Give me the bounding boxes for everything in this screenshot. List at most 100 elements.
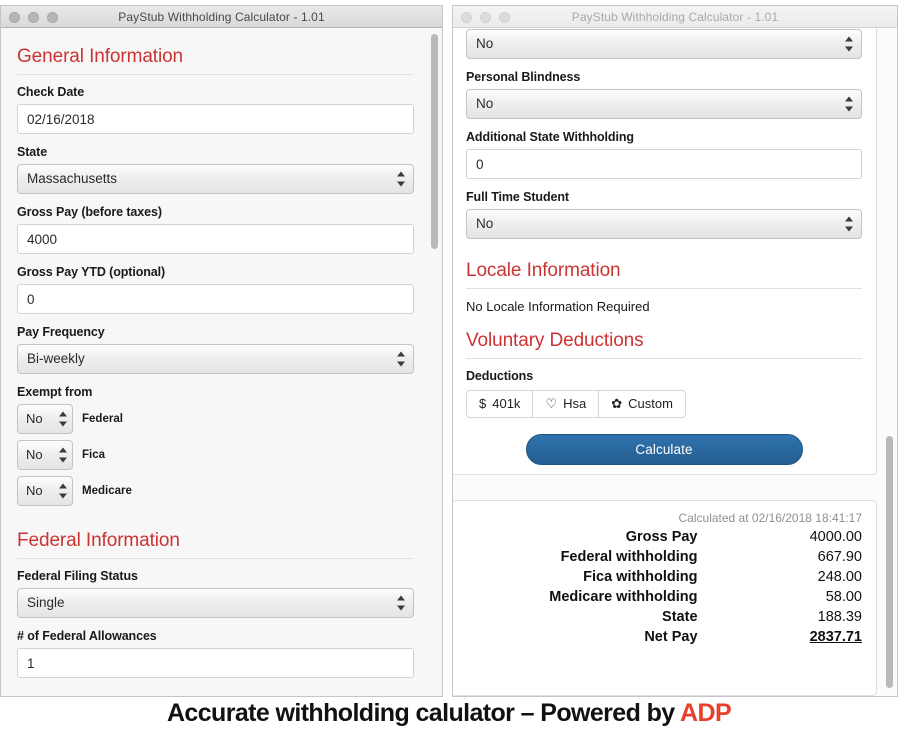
federal-information-heading: Federal Information [17, 512, 414, 559]
deductions-label: Deductions [466, 369, 534, 383]
result-value-gross-pay: 4000.00 [809, 529, 862, 545]
table-row: Net Pay 2837.71 [466, 627, 862, 647]
heart-icon: ♡ [545, 396, 558, 411]
left-window: PayStub Withholding Calculator - 1.01 Ge… [0, 5, 443, 697]
locale-information-heading: Locale Information [466, 250, 862, 289]
exempt-fica-value: No [26, 447, 43, 462]
pay-frequency-label: Pay Frequency [17, 325, 105, 339]
dollar-icon: $ [479, 396, 487, 411]
gross-pay-input[interactable] [17, 224, 414, 254]
zoom-button[interactable] [47, 11, 58, 23]
partial-select-top[interactable]: No [466, 29, 862, 59]
deduction-custom-label: Custom [628, 396, 673, 411]
result-label-gross-pay: Gross Pay [625, 529, 698, 545]
result-value-fica-withholding: 248.00 [817, 569, 862, 585]
left-window-traffic-lights [9, 6, 58, 28]
exempt-row-medicare: No Medicare [17, 476, 414, 506]
additional-state-withholding-input[interactable] [466, 149, 862, 179]
exempt-fica-label: Fica [82, 449, 106, 461]
close-button[interactable] [9, 11, 20, 23]
state-select-value: Massachusetts [27, 171, 118, 186]
exempt-fica-select[interactable]: No [17, 440, 73, 470]
pay-frequency-select-value: Bi-weekly [27, 351, 85, 366]
results-panel: Calculated at 02/16/2018 18:41:17 Gross … [453, 500, 877, 696]
calculated-at-stamp: Calculated at 02/16/2018 18:41:17 [678, 511, 862, 525]
result-value-net-pay: 2837.71 [809, 629, 862, 645]
caption-brand: ADP [680, 699, 732, 727]
voluntary-deductions-heading: Voluntary Deductions [466, 318, 862, 359]
chevron-updown-icon [397, 351, 405, 367]
general-information-heading: General Information [17, 28, 414, 75]
chevron-updown-icon [59, 411, 67, 427]
chevron-updown-icon [397, 595, 405, 611]
result-value-medicare-withholding: 58.00 [825, 589, 862, 605]
state-select[interactable]: Massachusetts [17, 164, 414, 194]
exempt-medicare-select[interactable]: No [17, 476, 73, 506]
right-window-scroll-area: No Personal Blindness No Additional Stat… [453, 28, 897, 696]
left-form-content: General Information Check Date State Mas… [1, 28, 442, 678]
table-row: Federal withholding 667.90 [466, 547, 862, 567]
gross-pay-ytd-label: Gross Pay YTD (optional) [17, 265, 166, 279]
partial-select-top-value: No [476, 36, 494, 51]
exempt-federal-select[interactable]: No [17, 404, 73, 434]
chevron-updown-icon [845, 216, 853, 232]
caption-text: Accurate withholding calulator – Powered… [166, 699, 681, 727]
right-window: PayStub Withholding Calculator - 1.01 No… [452, 5, 898, 697]
deduction-401k-button[interactable]: $ 401k [466, 390, 533, 418]
pay-frequency-select[interactable]: Bi-weekly [17, 344, 414, 374]
chevron-updown-icon [397, 171, 405, 187]
result-label-state: State [662, 609, 698, 625]
full-time-student-select[interactable]: No [466, 209, 862, 239]
table-row: Gross Pay 4000.00 [466, 527, 862, 547]
right-window-traffic-lights [461, 6, 510, 28]
full-time-student-label: Full Time Student [466, 190, 569, 204]
personal-blindness-select[interactable]: No [466, 89, 862, 119]
right-window-title: PayStub Withholding Calculator - 1.01 [571, 9, 779, 24]
exempt-row-federal: No Federal [17, 404, 414, 434]
right-form-panel: No Personal Blindness No Additional Stat… [453, 28, 877, 475]
check-date-label: Check Date [17, 85, 85, 99]
close-button[interactable] [461, 11, 472, 23]
federal-filing-status-label: Federal Filing Status [17, 569, 138, 583]
left-window-titlebar[interactable]: PayStub Withholding Calculator - 1.01 [1, 6, 442, 28]
exempt-federal-value: No [26, 411, 43, 426]
left-window-title: PayStub Withholding Calculator - 1.01 [118, 9, 325, 24]
left-window-scrollbar[interactable] [431, 34, 438, 249]
exempt-medicare-value: No [26, 483, 43, 498]
deduction-hsa-label: Hsa [563, 396, 587, 411]
results-table: Gross Pay 4000.00 Federal withholding 66… [466, 527, 862, 647]
chevron-updown-icon [59, 483, 67, 499]
table-row: Fica withholding 248.00 [466, 567, 862, 587]
personal-blindness-label: Personal Blindness [466, 70, 581, 84]
exempt-from-label: Exempt from [17, 385, 93, 399]
gross-pay-label: Gross Pay (before taxes) [17, 205, 162, 219]
result-value-state: 188.39 [817, 609, 862, 625]
right-window-titlebar[interactable]: PayStub Withholding Calculator - 1.01 [453, 6, 897, 28]
chevron-updown-icon [845, 96, 853, 112]
full-time-student-value: No [476, 216, 494, 231]
left-window-scroll-area: General Information Check Date State Mas… [1, 28, 442, 696]
exempt-row-fica: No Fica [17, 440, 414, 470]
result-label-fica-withholding: Fica withholding [583, 569, 698, 585]
additional-state-withholding-label: Additional State Withholding [466, 130, 634, 144]
locale-information-message: No Locale Information Required [466, 299, 650, 314]
exempt-medicare-label: Medicare [82, 485, 132, 497]
exempt-federal-label: Federal [82, 413, 123, 425]
deduction-hsa-button[interactable]: ♡ Hsa [532, 390, 599, 418]
minimize-button[interactable] [480, 11, 491, 23]
check-date-input[interactable] [17, 104, 414, 134]
gear-icon: ✿ [611, 396, 623, 411]
federal-filing-status-select[interactable]: Single [17, 588, 414, 618]
zoom-button[interactable] [499, 11, 510, 23]
federal-allowances-input[interactable] [17, 648, 414, 678]
table-row: State 188.39 [466, 607, 862, 627]
minimize-button[interactable] [28, 11, 39, 23]
deduction-custom-button[interactable]: ✿ Custom [598, 390, 686, 418]
calculate-button[interactable]: Calculate [525, 434, 803, 465]
state-label: State [17, 145, 48, 159]
right-window-scrollbar[interactable] [886, 436, 893, 688]
chevron-updown-icon [59, 447, 67, 463]
results-content: Calculated at 02/16/2018 18:41:17 Gross … [453, 501, 876, 659]
gross-pay-ytd-input[interactable] [17, 284, 414, 314]
deduction-button-group: $ 401k ♡ Hsa ✿ Custom [466, 390, 686, 418]
